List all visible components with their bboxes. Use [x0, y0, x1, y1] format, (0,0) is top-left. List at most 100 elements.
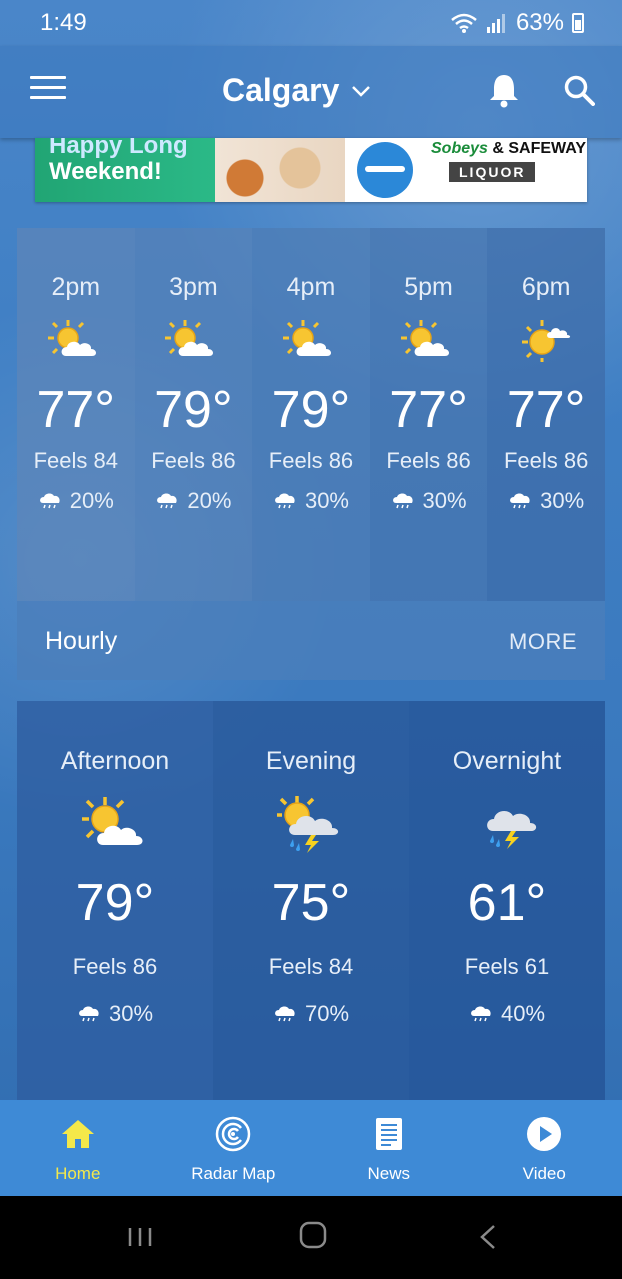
rain-cloud-icon — [275, 1006, 295, 1022]
hourly-footer: Hourly MORE — [17, 601, 605, 680]
hourly-item[interactable]: 4pm 79° Feels 86 30% — [252, 228, 370, 601]
nav-radar-map[interactable]: Radar Map — [156, 1100, 312, 1196]
rain-cloud-icon — [392, 493, 413, 509]
nav-news-label: News — [367, 1164, 410, 1183]
hourly-precip-value: 20% — [69, 488, 114, 513]
ad-brand-sobeys: Sobeys — [431, 140, 488, 157]
bell-icon[interactable] — [487, 72, 521, 108]
recent-apps-icon[interactable] — [127, 1226, 153, 1248]
partly-sunny-icon — [400, 320, 449, 356]
hourly-feels: Feels 86 — [268, 448, 354, 473]
status-time: 1:49 — [40, 9, 87, 36]
daypart-precip: 40% — [409, 1001, 605, 1027]
system-home-icon[interactable] — [298, 1220, 328, 1250]
daypart-temp: 75° — [271, 874, 351, 932]
daypart-item[interactable]: Evening 75° Feels 84 70% — [213, 701, 409, 1100]
ad-brand-safeway: & SAFEWAY — [492, 140, 587, 157]
hourly-time: 5pm — [404, 273, 453, 301]
battery-icon — [572, 13, 584, 33]
hourly-temp: 79° — [154, 381, 233, 439]
ad-headline-2: Weekend! — [49, 158, 162, 185]
partly-sunny-icon — [82, 797, 143, 845]
partly-sunny-icon — [165, 320, 214, 356]
city-selector[interactable]: Calgary — [222, 72, 371, 109]
hourly-precip: 20% — [135, 488, 253, 514]
hourly-columns: 2pm 77° Feels 84 20% 3pm 79° Feels 86 20… — [17, 228, 605, 601]
hourly-temp: 79° — [271, 381, 351, 439]
hourly-item[interactable]: 3pm 79° Feels 86 20% — [134, 228, 253, 601]
rain-cloud-icon — [510, 493, 530, 509]
rain-cloud-icon — [275, 493, 295, 509]
hourly-time: 4pm — [286, 273, 336, 301]
daypart-name: Afternoon — [60, 747, 170, 775]
hourly-label: Hourly — [45, 627, 118, 655]
status-bar: 1:49 63% — [0, 0, 622, 46]
battery-percent: 63% — [515, 9, 564, 36]
daypart-precip: 70% — [213, 1001, 409, 1027]
hourly-precip-value: 30% — [540, 488, 585, 513]
daypart-feels: Feels 84 — [268, 954, 354, 979]
nav-home-label: Home — [55, 1164, 101, 1183]
hourly-precip: 30% — [370, 488, 488, 514]
nav-home[interactable]: Home — [0, 1100, 156, 1196]
hourly-card[interactable]: 2pm 77° Feels 84 20% 3pm 79° Feels 86 20… — [17, 228, 605, 680]
ad-liquor-label: LIQUOR — [449, 162, 536, 182]
hourly-precip-value: 30% — [304, 488, 349, 513]
ad-photo — [215, 138, 345, 202]
daypart-feels: Feels 61 — [464, 954, 550, 979]
daypart-precip-value: 30% — [108, 1001, 154, 1026]
partly-sunny-icon — [47, 320, 96, 356]
nav-news[interactable]: News — [311, 1100, 467, 1196]
bottom-nav: Home Radar Map News Video — [0, 1100, 622, 1196]
hourly-item[interactable]: 6pm 77° Feels 86 30% — [487, 228, 605, 601]
search-icon[interactable] — [563, 74, 595, 106]
hourly-time: 3pm — [169, 273, 218, 301]
hourly-precip: 20% — [17, 488, 135, 514]
play-icon — [527, 1117, 562, 1151]
radar-icon — [216, 1116, 251, 1152]
nav-video-label: Video — [522, 1164, 566, 1183]
daypart-temp: 61° — [467, 874, 547, 932]
rain-cloud-icon — [471, 1006, 491, 1022]
hourly-temp: 77° — [36, 381, 116, 439]
hourly-feels: Feels 86 — [503, 448, 589, 473]
thunderstorm-icon — [487, 810, 537, 849]
daypart-precip: 30% — [17, 1001, 213, 1027]
daypart-card[interactable]: Afternoon 79° Feels 86 30% Evening 75° F… — [17, 701, 605, 1100]
status-icons: 63% — [450, 9, 584, 37]
nav-video[interactable]: Video — [467, 1100, 622, 1196]
back-icon[interactable] — [478, 1224, 498, 1250]
hourly-time: 2pm — [51, 273, 101, 301]
airmiles-logo — [357, 142, 413, 198]
hourly-more-button[interactable]: MORE — [509, 629, 577, 655]
hourly-precip-value: 30% — [422, 488, 467, 513]
daypart-name: Overnight — [452, 747, 562, 775]
chevron-down-icon — [352, 85, 371, 97]
city-name: Calgary — [222, 72, 340, 108]
daypart-temp: 79° — [75, 874, 155, 932]
hamburger-menu-icon[interactable] — [30, 76, 66, 104]
hourly-feels: Feels 86 — [151, 448, 236, 473]
daypart-item[interactable]: Overnight 61° Feels 61 40% — [409, 701, 605, 1100]
mostly-sunny-icon — [522, 320, 571, 362]
hourly-item[interactable]: 5pm 77° Feels 86 30% — [369, 228, 488, 601]
hourly-item[interactable]: 2pm 77° Feels 84 20% — [17, 228, 135, 601]
daypart-item[interactable]: Afternoon 79° Feels 86 30% — [17, 701, 213, 1100]
partly-sunny-icon — [282, 320, 332, 356]
news-icon — [375, 1118, 402, 1150]
hourly-feels: Feels 86 — [386, 448, 471, 473]
hourly-temp: 77° — [389, 381, 468, 439]
hourly-precip-value: 20% — [187, 488, 232, 513]
daypart-precip-value: 40% — [500, 1001, 546, 1026]
app-bar: Calgary — [0, 46, 622, 138]
ad-banner[interactable]: Happy Long Weekend! Sobeys & SAFEWAY LIQ… — [35, 138, 587, 202]
ad-promo: Happy Long Weekend! — [35, 138, 215, 202]
daypart-feels: Feels 86 — [72, 954, 158, 979]
rain-cloud-icon — [39, 493, 60, 509]
hourly-time: 6pm — [521, 273, 571, 301]
hourly-precip: 30% — [252, 488, 370, 514]
hourly-feels: Feels 84 — [33, 448, 118, 473]
system-nav-bar — [0, 1196, 622, 1279]
rain-cloud-icon — [157, 493, 177, 509]
daypart-precip-value: 70% — [304, 1001, 350, 1026]
